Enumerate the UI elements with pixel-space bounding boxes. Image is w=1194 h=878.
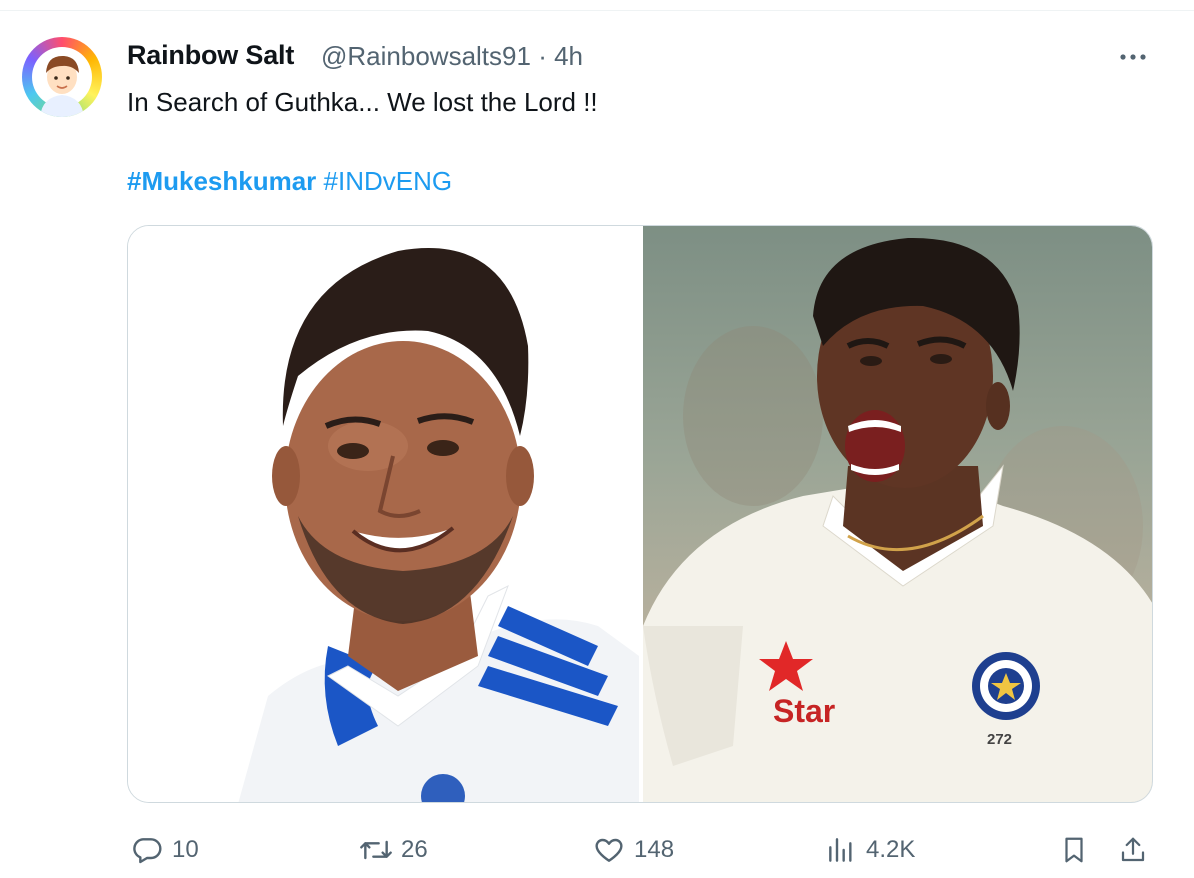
more-options-button[interactable] xyxy=(1115,44,1151,70)
retweet-arrows-icon xyxy=(357,831,395,869)
tweet-media[interactable]: Star 272 xyxy=(127,225,1153,803)
media-image-left[interactable] xyxy=(128,226,639,802)
hashtag-link[interactable]: #INDvENG xyxy=(324,166,453,196)
three-dots-icon xyxy=(1120,54,1146,60)
user-handle[interactable]: @Rainbowsalts91 xyxy=(321,41,531,72)
tweet-action-bar: 10 26 148 4.2K xyxy=(0,828,1194,878)
views-button[interactable]: 4.2K xyxy=(822,828,915,872)
speech-bubble-icon xyxy=(128,831,166,869)
hashtag-link[interactable]: #Mukeshkumar xyxy=(127,166,316,196)
avatar-illustration xyxy=(32,47,92,117)
reply-button[interactable]: 10 xyxy=(128,828,199,872)
bar-chart-icon xyxy=(822,831,860,869)
reply-count: 10 xyxy=(172,836,199,863)
sponsor-text: Star xyxy=(773,693,835,729)
like-button[interactable]: 148 xyxy=(590,828,674,872)
retweet-button[interactable]: 26 xyxy=(357,828,428,872)
bookmark-button[interactable] xyxy=(1055,828,1093,872)
like-count: 148 xyxy=(634,836,675,863)
heart-icon xyxy=(590,831,628,869)
tweet-time[interactable]: 4h xyxy=(554,41,583,72)
share-upload-icon xyxy=(1114,831,1152,869)
player-portrait-smiling xyxy=(238,248,639,802)
display-name[interactable]: Rainbow Salt xyxy=(127,40,294,71)
hashtag-line: #Mukeshkumar #INDvENG xyxy=(127,165,452,197)
share-button[interactable] xyxy=(1114,828,1152,872)
tweet-text: In Search of Guthka... We lost the Lord … xyxy=(127,87,598,117)
media-image-right[interactable]: Star 272 xyxy=(643,226,1152,802)
view-count: 4.2K xyxy=(866,836,916,863)
avatar[interactable] xyxy=(22,37,102,117)
player-celebrating-photo: Star 272 xyxy=(643,237,1152,802)
retweet-count: 26 xyxy=(401,836,428,863)
meta-separator: · xyxy=(538,41,547,71)
shirt-number: 272 xyxy=(987,731,1012,748)
tweet-meta: @Rainbowsalts91 · 4h xyxy=(321,41,583,72)
top-divider xyxy=(0,10,1194,11)
bookmark-icon xyxy=(1055,831,1093,869)
